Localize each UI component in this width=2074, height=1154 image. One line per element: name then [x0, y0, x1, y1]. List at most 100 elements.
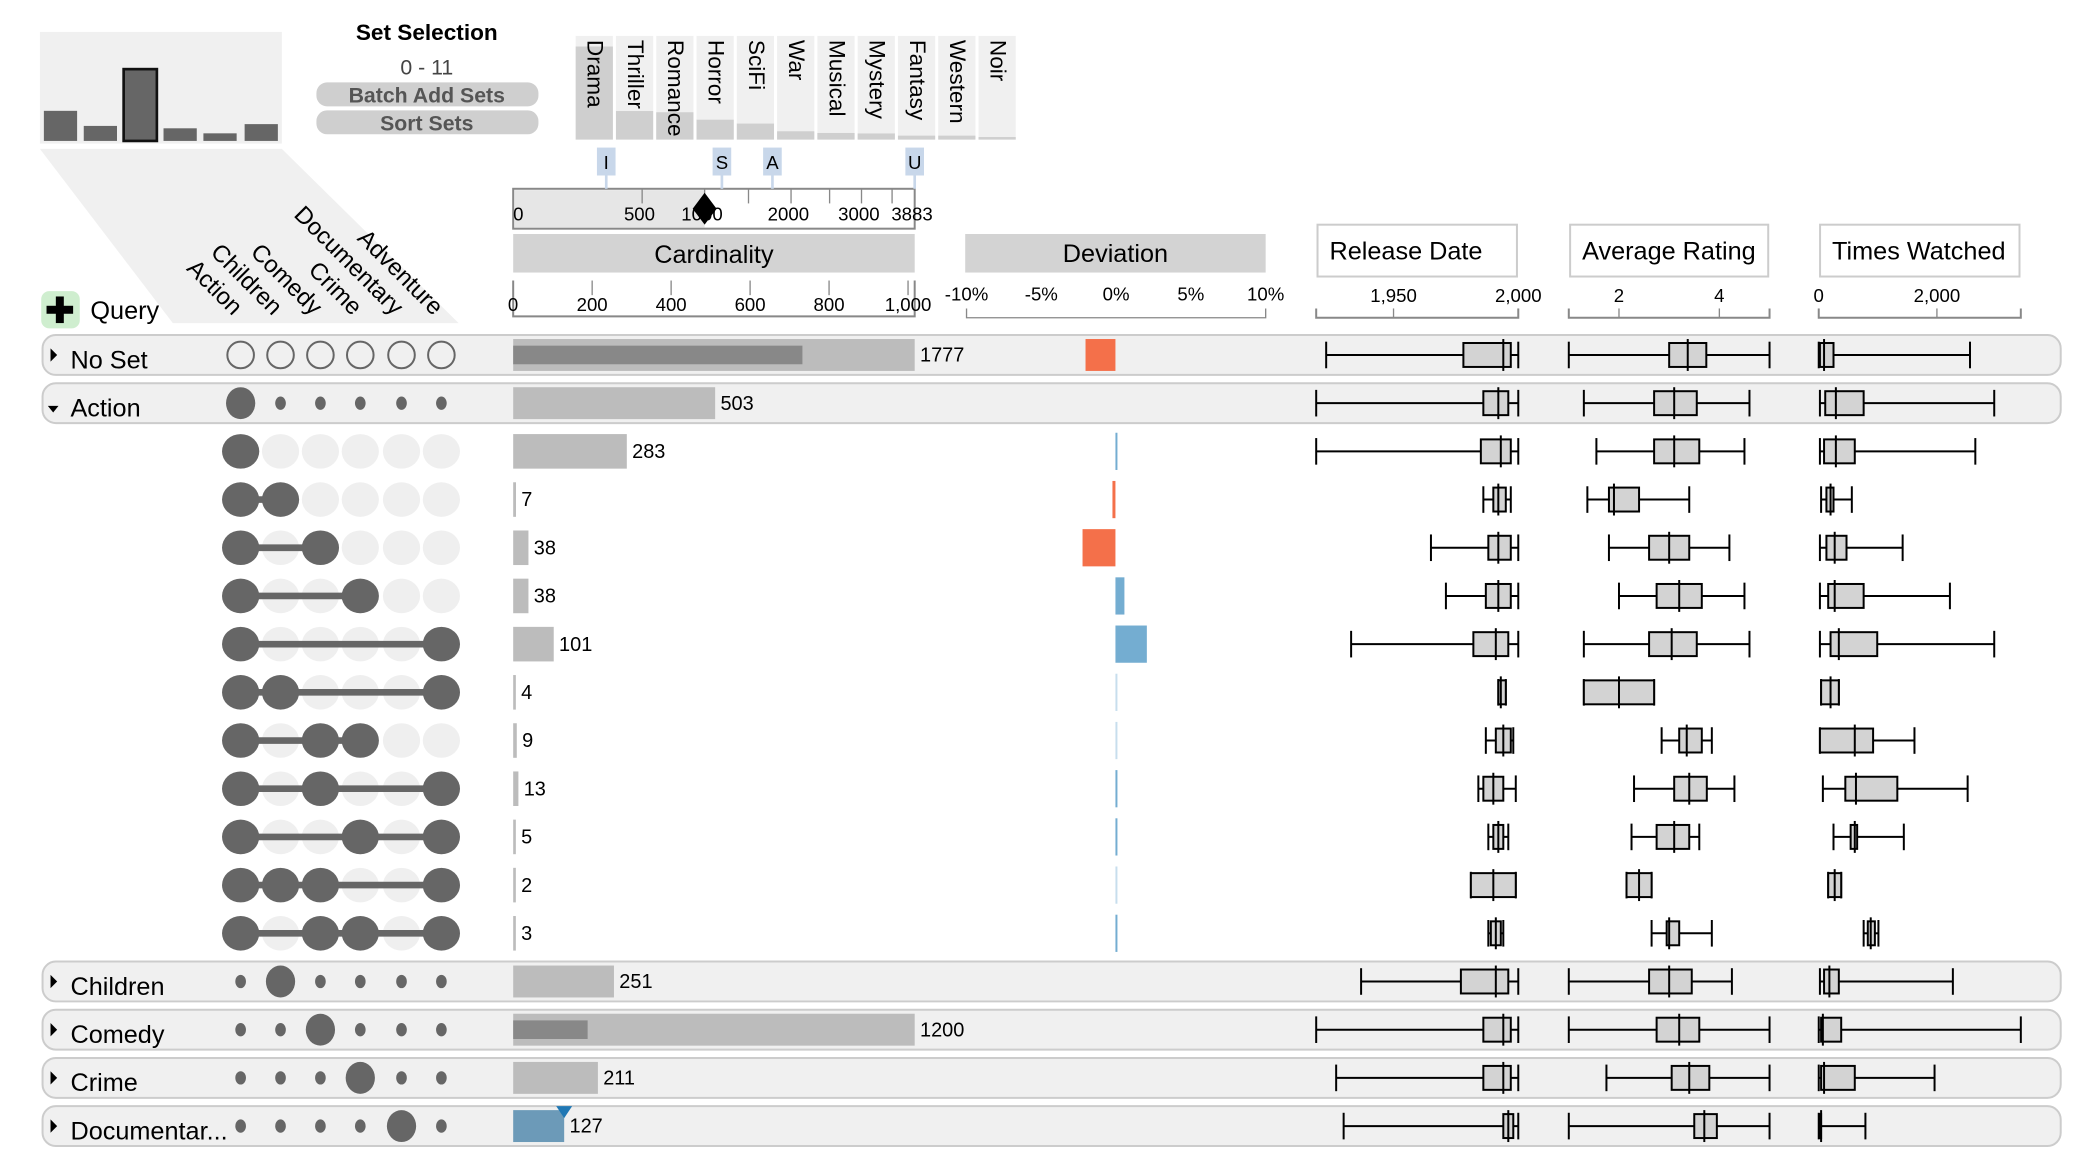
set-size-bar-crime[interactable] [163, 128, 197, 141]
group-row-children[interactable]: Children 251 [41, 960, 2062, 1003]
member-dot [341, 578, 379, 614]
cardinality-range-slider[interactable]: 05001000200030003883ISAU [512, 147, 933, 230]
unselected-set-thriller[interactable]: Thriller [615, 35, 654, 140]
non-member-dot [354, 1119, 366, 1133]
set-size-bar-comedy[interactable] [122, 67, 159, 143]
set-size-bar [736, 123, 775, 140]
group-row-comedy[interactable]: Comedy 1200 [41, 1008, 2062, 1051]
cardinality-value: 38 [534, 586, 556, 608]
attribute-header-button[interactable]: Times Watched [1819, 223, 2021, 278]
box-plot-release-date [1444, 579, 1520, 612]
set-range: 0 - 11 [400, 55, 453, 79]
cardinality-bar [513, 530, 529, 566]
cardinality-bar [513, 771, 519, 807]
set-size-histogram [39, 31, 282, 144]
box-iqr [1497, 679, 1507, 706]
deviation-bar [1082, 529, 1116, 567]
deviation-header[interactable]: Deviation [965, 233, 1266, 273]
member-dot [301, 771, 340, 807]
deviation-axis: -10% -5% 0% 5% 10% [945, 283, 1284, 319]
group-label: Documentar... [70, 1117, 227, 1145]
unselected-set-scifi[interactable]: SciFi [736, 35, 775, 140]
membership-matrix [222, 819, 461, 855]
set-size-bar-action[interactable] [43, 110, 78, 141]
unselected-set-horror[interactable]: Horror [696, 35, 734, 140]
cardinality-header[interactable]: Cardinality [513, 233, 915, 273]
sort-sets-button[interactable]: Sort Sets [316, 110, 539, 135]
query-label: Query [90, 297, 159, 325]
subset-row[interactable]: 3 [222, 914, 1880, 952]
unselected-set-fantasy[interactable]: Fantasy [897, 35, 936, 140]
cardinality-tick-label: 800 [814, 294, 845, 315]
membership-matrix [222, 916, 461, 951]
non-member-dot [396, 396, 407, 410]
subset-row[interactable]: 13 [222, 770, 1969, 808]
unselected-set-musical[interactable]: Musical [817, 35, 855, 140]
unselected-set-western[interactable]: Western [938, 35, 976, 140]
cardinality-tick-label: 400 [656, 294, 687, 315]
box-plot-release-date [1429, 531, 1520, 564]
membership-matrix [222, 578, 461, 614]
box-iqr [1472, 631, 1510, 658]
unselected-sets: Drama Thriller Romance Horror SciFi War Musica… [575, 35, 1016, 140]
slider-marker-label: A [766, 152, 779, 173]
deviation-bar [1115, 818, 1118, 856]
deviation-tick-label: 10% [1247, 283, 1284, 304]
unselected-set-war[interactable]: War [777, 35, 815, 140]
set-size-bar-children[interactable] [83, 125, 117, 141]
deviation-bar [1115, 577, 1125, 615]
subset-row[interactable]: 2 [222, 866, 1843, 904]
group-row-noset[interactable]: No Set 1777 [41, 334, 2062, 376]
member-dot [222, 771, 260, 807]
non-member-dot [354, 396, 366, 410]
box-iqr [1459, 968, 1510, 995]
subset-row[interactable]: 101 [222, 625, 1996, 663]
non-member-dot [275, 396, 286, 410]
non-member-dot [354, 974, 366, 989]
unselected-set-mystery[interactable]: Mystery [857, 35, 895, 140]
deviation-tick-label: 0% [1103, 283, 1130, 304]
non-member-dot [436, 396, 447, 410]
subset-row[interactable]: 5 [222, 818, 1905, 856]
set-name-label: Drama [583, 40, 608, 108]
set-name-label: Musical [824, 40, 849, 117]
subset-row[interactable]: 38 [222, 577, 1951, 615]
non-member-dot [275, 1119, 286, 1133]
group-row-crime[interactable]: Crime 211 [41, 1056, 2062, 1099]
unselected-set-romance[interactable]: Romance [656, 35, 694, 140]
unselected-set-noir[interactable]: Noir [978, 35, 1016, 140]
member-dot [261, 867, 300, 903]
attribute-tick-label: 2 [1614, 285, 1624, 306]
cardinality-bar [513, 482, 516, 517]
subset-row[interactable]: 38 [222, 529, 1904, 567]
deviation-tick-label: -10% [945, 283, 988, 304]
empty-cell [341, 434, 379, 469]
box-plot-times-watched [1818, 531, 1904, 564]
set-name-label: Thriller [623, 40, 648, 110]
box-iqr [1655, 1016, 1701, 1043]
set-size-bar-documentary[interactable] [203, 133, 237, 141]
box-iqr [1653, 390, 1698, 417]
attribute-release-date: Release Date 1,950 2,000 [1315, 223, 1542, 319]
subset-row[interactable]: 7 [222, 480, 1853, 519]
batch-add-sets-button[interactable]: Batch Add Sets [316, 82, 539, 107]
set-size-bar-adventure[interactable] [244, 124, 278, 141]
set-name-label: War [784, 40, 809, 81]
group-row-documentar[interactable]: Documentar... 127 [41, 1105, 2062, 1148]
attribute-axis-line [1817, 308, 2022, 319]
attribute-header-button[interactable]: Release Date [1316, 223, 1518, 278]
query-button[interactable]: Query [41, 291, 160, 329]
empty-cell [382, 723, 421, 758]
subset-row[interactable]: 9 [222, 721, 1916, 760]
attribute-header-button[interactable]: Average Rating [1569, 223, 1770, 278]
box-plot-release-date [1469, 869, 1517, 902]
cardinality-value: 251 [619, 971, 652, 993]
subset-row[interactable]: 4 [222, 673, 1840, 711]
cardinality-header-label: Cardinality [654, 241, 774, 269]
cardinality-bar [513, 867, 516, 903]
box-iqr [1827, 582, 1865, 609]
group-row-action[interactable]: Action 503 [41, 382, 2062, 425]
unselected-set-drama[interactable]: Drama [575, 35, 613, 140]
subset-row[interactable]: 283 [222, 432, 1977, 470]
box-iqr [1829, 631, 1879, 658]
